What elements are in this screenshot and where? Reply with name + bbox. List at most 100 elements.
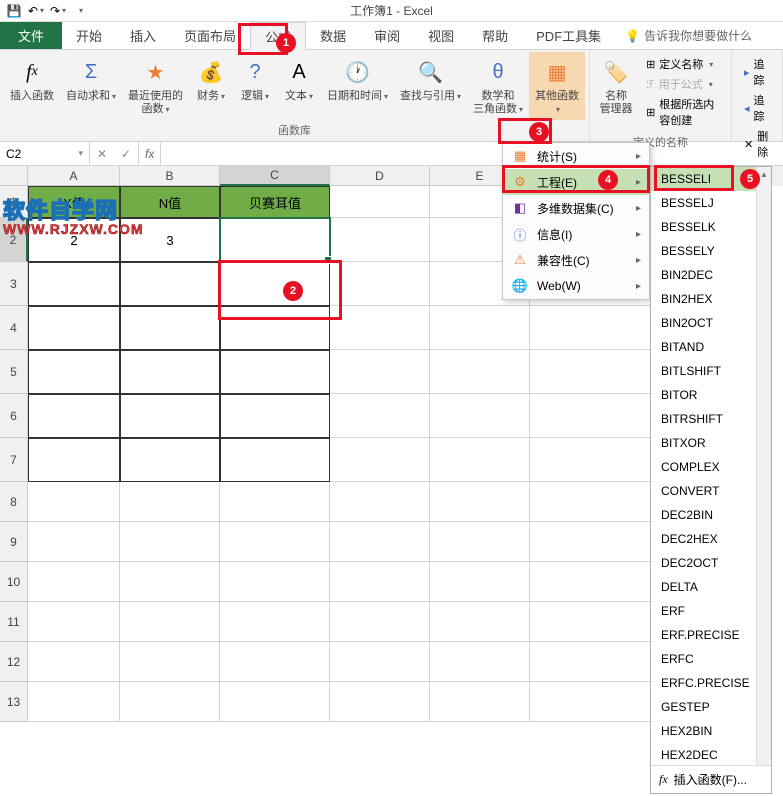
func-item-bitlshift[interactable]: BITLSHIFT xyxy=(651,359,756,383)
func-item-bitand[interactable]: BITAND xyxy=(651,335,756,359)
cell-D12[interactable] xyxy=(330,642,430,682)
enter-formula-button[interactable]: ✓ xyxy=(114,142,138,165)
row-header[interactable]: 3 xyxy=(0,262,28,306)
cell-C6[interactable] xyxy=(220,394,330,438)
more-functions-button[interactable]: ▦ 其他函数▾ xyxy=(529,52,585,120)
financial-button[interactable]: 💰 财务▾ xyxy=(189,52,233,120)
func-item-bin2oct[interactable]: BIN2OCT xyxy=(651,311,756,335)
datetime-button[interactable]: 🕐 日期和时间▾ xyxy=(321,52,394,120)
func-item-bitxor[interactable]: BITXOR xyxy=(651,431,756,455)
cell-A5[interactable] xyxy=(28,350,120,394)
insert-function-footer[interactable]: fx 插入函数(F)... xyxy=(651,765,771,793)
func-item-bessely[interactable]: BESSELY xyxy=(651,239,756,263)
cell-C7[interactable] xyxy=(220,438,330,482)
cell-C11[interactable] xyxy=(220,602,330,642)
tab-pdf[interactable]: PDF工具集 xyxy=(522,22,615,49)
menu-statistical[interactable]: ▦ 统计(S) ▸ xyxy=(503,143,649,169)
row-header[interactable]: 9 xyxy=(0,522,28,562)
tell-me-search[interactable]: 💡 告诉我你想要做什么 xyxy=(625,22,752,49)
cell-D11[interactable] xyxy=(330,602,430,642)
cell-B11[interactable] xyxy=(120,602,220,642)
cell-A3[interactable] xyxy=(28,262,120,306)
tab-layout[interactable]: 页面布局 xyxy=(170,22,250,49)
row-header[interactable]: 13 xyxy=(0,682,28,722)
row-header[interactable]: 10 xyxy=(0,562,28,602)
row-header[interactable]: 5 xyxy=(0,350,28,394)
tab-help[interactable]: 帮助 xyxy=(468,22,522,49)
cell-E8[interactable] xyxy=(430,482,530,522)
cell-D2[interactable] xyxy=(330,218,430,262)
cell-D3[interactable] xyxy=(330,262,430,306)
func-item-hex2bin[interactable]: HEX2BIN xyxy=(651,719,756,743)
undo-button[interactable]: ↶▾ xyxy=(26,2,46,20)
autosum-button[interactable]: Σ 自动求和▾ xyxy=(60,52,122,120)
scrollbar[interactable]: ▴ xyxy=(756,167,771,765)
cell-E9[interactable] xyxy=(430,522,530,562)
cancel-formula-button[interactable]: ✕ xyxy=(90,142,114,165)
func-item-erf-precise[interactable]: ERF.PRECISE xyxy=(651,623,756,647)
func-item-bin2hex[interactable]: BIN2HEX xyxy=(651,287,756,311)
define-name-button[interactable]: ⊞定义名称▾ xyxy=(642,54,723,74)
name-manager-button[interactable]: 🏷️ 名称 管理器 xyxy=(594,52,638,132)
cell-E7[interactable] xyxy=(430,438,530,482)
cell-A6[interactable] xyxy=(28,394,120,438)
row-header[interactable]: 2 xyxy=(0,218,28,262)
cell-A1[interactable]: X值 xyxy=(28,186,120,218)
cell-D9[interactable] xyxy=(330,522,430,562)
select-all-corner[interactable] xyxy=(0,166,28,186)
cell-C4[interactable] xyxy=(220,306,330,350)
cell-C9[interactable] xyxy=(220,522,330,562)
func-item-erfc-precise[interactable]: ERFC.PRECISE xyxy=(651,671,756,695)
cell-A8[interactable] xyxy=(28,482,120,522)
formula-input[interactable] xyxy=(161,142,783,165)
trace-precedents-button[interactable]: ▸追踪 xyxy=(740,54,774,90)
cell-B13[interactable] xyxy=(120,682,220,722)
cell-B1[interactable]: N值 xyxy=(120,186,220,218)
col-header-a[interactable]: A xyxy=(28,166,120,186)
cell-D7[interactable] xyxy=(330,438,430,482)
func-item-bitrshift[interactable]: BITRSHIFT xyxy=(651,407,756,431)
cell-D8[interactable] xyxy=(330,482,430,522)
cell-E4[interactable] xyxy=(430,306,530,350)
cell-A12[interactable] xyxy=(28,642,120,682)
cell-C10[interactable] xyxy=(220,562,330,602)
cell-B8[interactable] xyxy=(120,482,220,522)
cell-C2[interactable] xyxy=(220,218,330,262)
func-item-erfc[interactable]: ERFC xyxy=(651,647,756,671)
text-button[interactable]: A 文本▾ xyxy=(277,52,321,120)
recent-functions-button[interactable]: ★ 最近使用的 函数▾ xyxy=(122,52,189,120)
math-button[interactable]: θ 数学和 三角函数▾ xyxy=(467,52,529,120)
cell-B7[interactable] xyxy=(120,438,220,482)
cell-E12[interactable] xyxy=(430,642,530,682)
func-item-bin2dec[interactable]: BIN2DEC xyxy=(651,263,756,287)
cell-A13[interactable] xyxy=(28,682,120,722)
col-header-c[interactable]: C xyxy=(220,166,330,186)
menu-cube[interactable]: ◧ 多维数据集(C) ▸ xyxy=(503,195,649,221)
use-in-formula-button[interactable]: ℱ用于公式▾ xyxy=(642,74,723,94)
tab-view[interactable]: 视图 xyxy=(414,22,468,49)
col-header-d[interactable]: D xyxy=(330,166,430,186)
cell-B2[interactable]: 3 xyxy=(120,218,220,262)
cell-A2[interactable]: 2 xyxy=(28,218,120,262)
func-item-besselk[interactable]: BESSELK xyxy=(651,215,756,239)
row-header[interactable]: 11 xyxy=(0,602,28,642)
lookup-button[interactable]: 🔍 查找与引用▾ xyxy=(394,52,467,120)
func-item-dec2bin[interactable]: DEC2BIN xyxy=(651,503,756,527)
func-item-gestep[interactable]: GESTEP xyxy=(651,695,756,719)
name-box[interactable]: C2 ▾ xyxy=(0,142,90,165)
cell-E6[interactable] xyxy=(430,394,530,438)
cell-E11[interactable] xyxy=(430,602,530,642)
func-item-convert[interactable]: CONVERT xyxy=(651,479,756,503)
func-item-delta[interactable]: DELTA xyxy=(651,575,756,599)
customize-qat[interactable]: ▾ xyxy=(70,2,90,20)
func-item-hex2dec[interactable]: HEX2DEC xyxy=(651,743,756,765)
cell-B4[interactable] xyxy=(120,306,220,350)
func-item-besselj[interactable]: BESSELJ xyxy=(651,191,756,215)
function-list-scroll[interactable]: BESSELIBESSELJBESSELKBESSELYBIN2DECBIN2H… xyxy=(651,167,771,765)
func-item-erf[interactable]: ERF xyxy=(651,599,756,623)
redo-button[interactable]: ↷▾ xyxy=(48,2,68,20)
cell-B3[interactable] xyxy=(120,262,220,306)
cell-A11[interactable] xyxy=(28,602,120,642)
cell-D6[interactable] xyxy=(330,394,430,438)
tab-home[interactable]: 开始 xyxy=(62,22,116,49)
